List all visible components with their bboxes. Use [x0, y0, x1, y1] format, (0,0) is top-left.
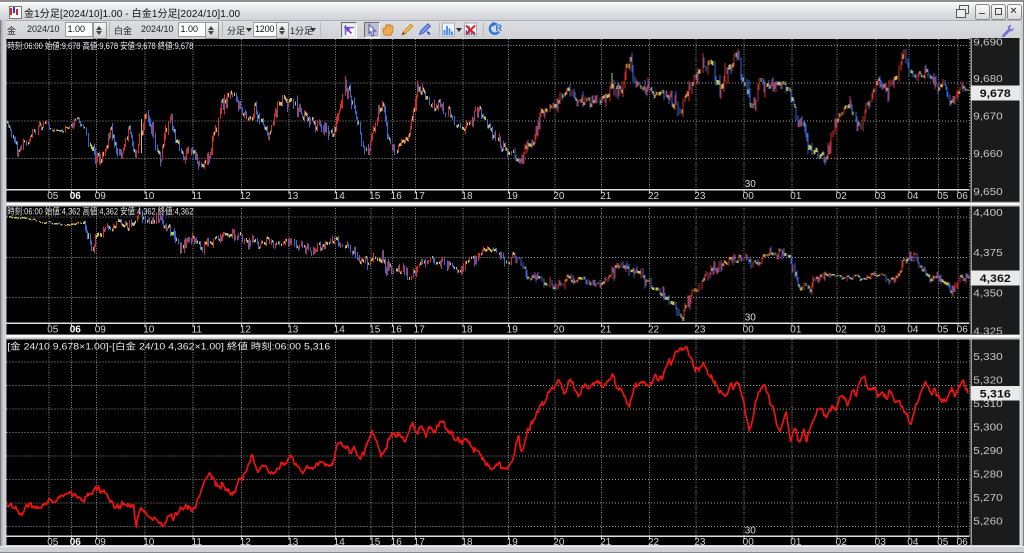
- svg-text:00: 00: [743, 191, 755, 202]
- svg-text:15: 15: [369, 537, 381, 546]
- svg-text:21: 21: [600, 324, 612, 335]
- svg-text:22: 22: [648, 324, 660, 335]
- svg-text:00: 00: [743, 324, 755, 335]
- svg-text:00: 00: [743, 537, 755, 546]
- svg-text:9,650: 9,650: [973, 187, 1003, 198]
- svg-text:06: 06: [70, 537, 82, 546]
- svg-text:06: 06: [957, 324, 969, 335]
- svg-text:05: 05: [47, 324, 59, 335]
- svg-text:05: 05: [47, 191, 59, 202]
- svg-text:5,270: 5,270: [973, 493, 1003, 504]
- svg-text:06: 06: [70, 191, 82, 202]
- svg-text:16: 16: [391, 537, 403, 546]
- svg-text:09: 09: [95, 191, 107, 202]
- svg-text:16: 16: [391, 324, 403, 335]
- svg-text:9,680: 9,680: [973, 74, 1003, 85]
- svg-text:22: 22: [648, 191, 660, 202]
- svg-text:17: 17: [414, 191, 426, 202]
- svg-text:06: 06: [957, 537, 969, 546]
- svg-text:4,350: 4,350: [973, 288, 1003, 299]
- svg-text:06: 06: [70, 324, 82, 335]
- svg-text:5,300: 5,300: [973, 422, 1003, 433]
- svg-text:04: 04: [907, 191, 919, 202]
- svg-text:01: 01: [790, 191, 802, 202]
- svg-text:4,400: 4,400: [973, 208, 1003, 219]
- svg-text:30: 30: [745, 525, 757, 536]
- svg-text:11: 11: [192, 537, 203, 546]
- svg-text:05: 05: [937, 537, 949, 546]
- svg-text:02: 02: [836, 191, 848, 202]
- svg-text:23: 23: [694, 191, 706, 202]
- svg-text:30: 30: [745, 179, 757, 190]
- svg-text:13: 13: [287, 537, 299, 546]
- svg-text:04: 04: [907, 537, 919, 546]
- svg-text:02: 02: [836, 324, 848, 335]
- svg-text:15: 15: [369, 191, 381, 202]
- svg-text:02: 02: [836, 537, 848, 546]
- svg-text:22: 22: [648, 537, 660, 546]
- svg-text:5,260: 5,260: [973, 516, 1003, 527]
- svg-text:03: 03: [875, 191, 887, 202]
- svg-text:時刻:06:00 始値:4,362 高値:4,362 安値:: 時刻:06:00 始値:4,362 高値:4,362 安値:4,362 終値:4…: [7, 205, 193, 216]
- svg-text:11: 11: [192, 191, 203, 202]
- svg-text:05: 05: [937, 191, 949, 202]
- svg-text:30: 30: [745, 312, 757, 323]
- svg-text:21: 21: [600, 537, 612, 546]
- svg-text:5,280: 5,280: [973, 469, 1003, 480]
- svg-text:9,660: 9,660: [973, 149, 1003, 160]
- svg-text:17: 17: [414, 324, 426, 335]
- svg-text:12: 12: [240, 324, 252, 335]
- svg-text:12: 12: [240, 191, 252, 202]
- svg-text:05: 05: [937, 324, 949, 335]
- svg-text:5,290: 5,290: [973, 446, 1003, 457]
- svg-text:20: 20: [553, 324, 565, 335]
- svg-text:13: 13: [287, 324, 299, 335]
- svg-text:R: R: [496, 23, 503, 33]
- svg-text:06: 06: [957, 191, 969, 202]
- svg-text:13: 13: [287, 191, 299, 202]
- svg-text:16: 16: [391, 191, 403, 202]
- svg-text:4,375: 4,375: [973, 248, 1003, 259]
- svg-text:05: 05: [47, 537, 59, 546]
- svg-text:18: 18: [461, 324, 473, 335]
- svg-text:23: 23: [694, 324, 706, 335]
- svg-text:15: 15: [369, 324, 381, 335]
- svg-text:01: 01: [790, 324, 802, 335]
- svg-text:14: 14: [334, 324, 346, 335]
- svg-text:17: 17: [414, 537, 426, 546]
- svg-text:03: 03: [875, 324, 887, 335]
- svg-text:10: 10: [143, 537, 155, 546]
- svg-text:12: 12: [240, 537, 252, 546]
- svg-text:10: 10: [143, 191, 155, 202]
- svg-text:18: 18: [461, 191, 473, 202]
- svg-text:5,330: 5,330: [973, 352, 1003, 363]
- svg-text:9,670: 9,670: [973, 111, 1003, 122]
- svg-text:[金 24/10 9,678×1.00]-[白金 24/10: [金 24/10 9,678×1.00]-[白金 24/10 4,362×1.0…: [7, 340, 330, 351]
- svg-text:03: 03: [875, 537, 887, 546]
- svg-text:01: 01: [790, 537, 802, 546]
- svg-text:19: 19: [507, 324, 519, 335]
- svg-text:23: 23: [694, 537, 706, 546]
- svg-text:9,690: 9,690: [973, 38, 1003, 49]
- svg-text:14: 14: [334, 537, 346, 546]
- svg-text:09: 09: [95, 324, 107, 335]
- svg-text:5,320: 5,320: [973, 375, 1003, 386]
- svg-text:時刻:06:00 始値:9,678 高値:9,678 安値:: 時刻:06:00 始値:9,678 高値:9,678 安値:9,678 終値:9…: [7, 40, 193, 51]
- svg-text:20: 20: [553, 191, 565, 202]
- svg-text:20: 20: [553, 537, 565, 546]
- svg-text:19: 19: [507, 191, 519, 202]
- svg-text:5,316: 5,316: [980, 388, 1011, 400]
- svg-text:9,678: 9,678: [980, 88, 1011, 100]
- svg-text:09: 09: [95, 537, 107, 546]
- svg-text:19: 19: [507, 537, 519, 546]
- svg-text:21: 21: [600, 191, 612, 202]
- svg-text:10: 10: [143, 324, 155, 335]
- svg-text:04: 04: [907, 324, 919, 335]
- svg-text:11: 11: [192, 324, 203, 335]
- svg-text:18: 18: [461, 537, 473, 546]
- svg-text:4,362: 4,362: [980, 273, 1011, 285]
- svg-text:14: 14: [334, 191, 346, 202]
